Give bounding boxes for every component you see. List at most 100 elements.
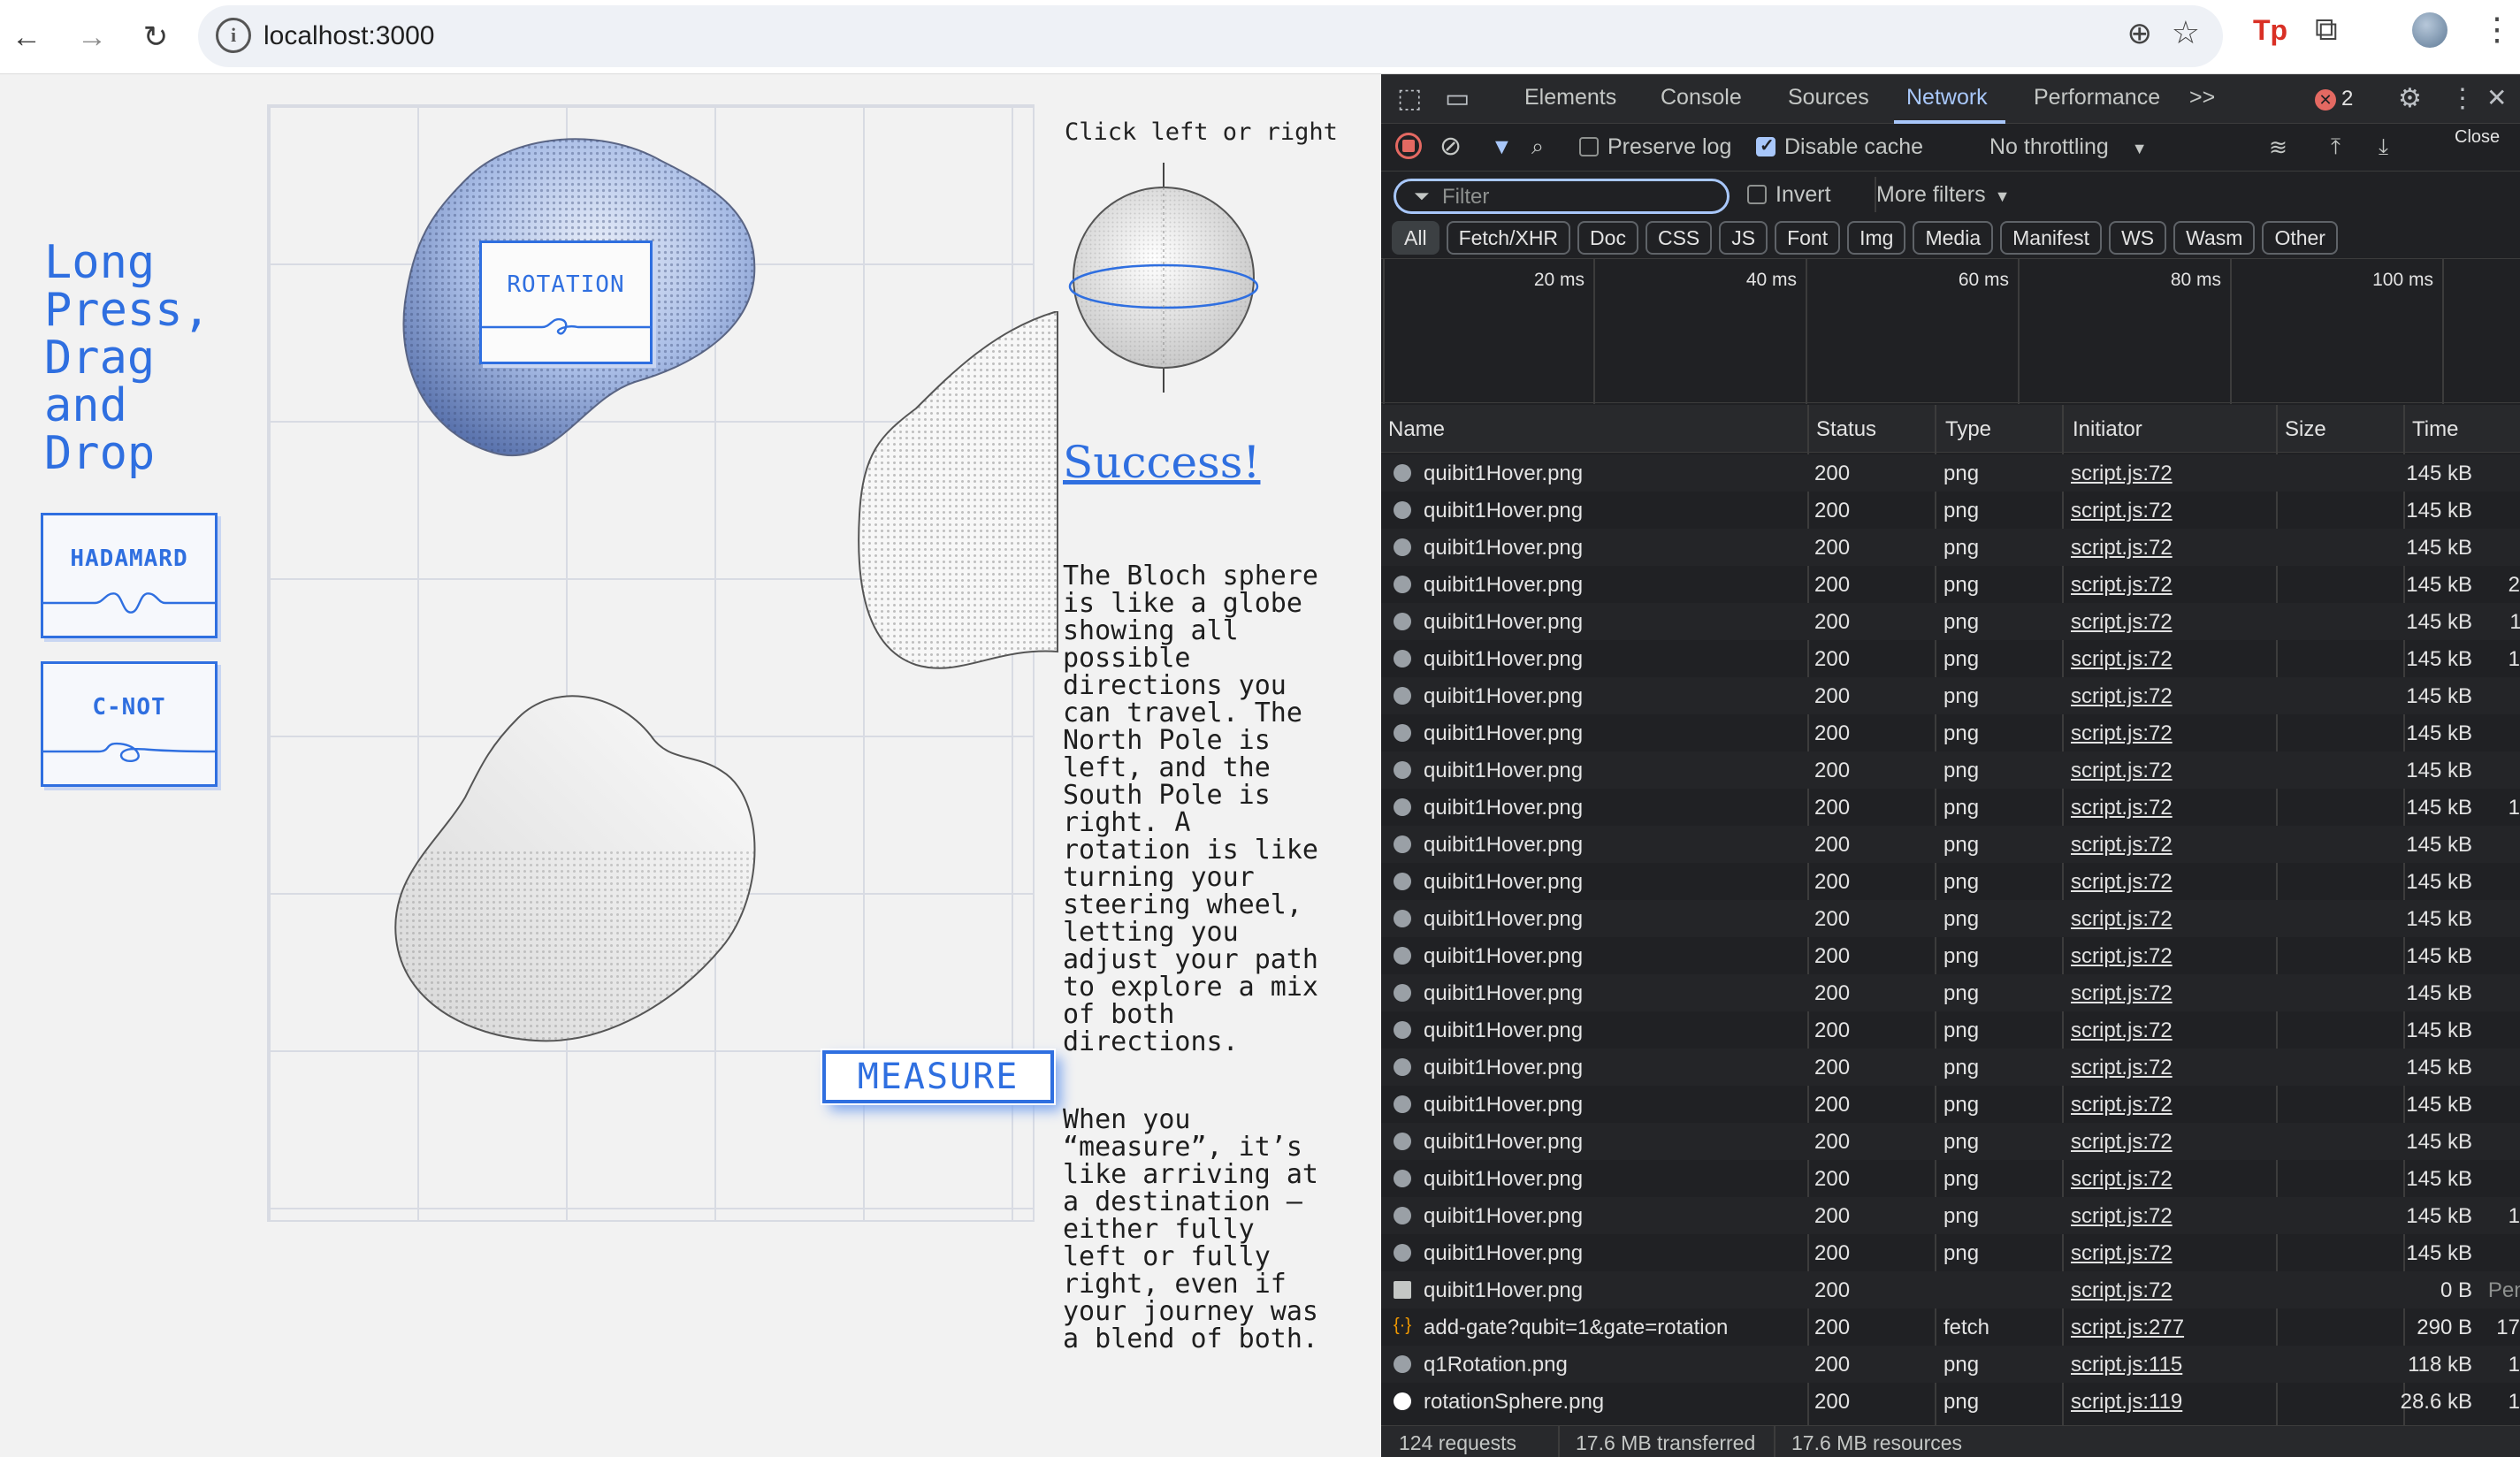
table-row[interactable]: quibit1Hover.png 200 script.js:72 0 B Pendin… xyxy=(1381,1271,2520,1308)
bookmark-star-icon[interactable]: ☆ xyxy=(2172,14,2200,51)
profile-avatar[interactable] xyxy=(2412,12,2447,48)
table-row[interactable]: quibit1Hover.png 200 png script.js:72 145 kB… xyxy=(1381,1160,2520,1197)
request-initiator-link[interactable]: script.js:72 xyxy=(2071,944,2173,969)
disable-cache-checkbox[interactable]: Disable cache xyxy=(1756,134,1923,160)
extension-tp-icon[interactable]: Tp xyxy=(2253,14,2287,47)
zoom-icon[interactable]: ⊕ xyxy=(2127,16,2153,51)
chip-manifest[interactable]: Manifest xyxy=(2000,221,2103,255)
request-initiator-link[interactable]: script.js:72 xyxy=(2071,1056,2173,1080)
more-filters-dropdown[interactable]: More filters ▼ xyxy=(1876,182,2010,208)
bloch-sphere-icon[interactable] xyxy=(1058,163,1270,393)
address-bar[interactable]: i localhost:3000 ⊕ ☆ xyxy=(198,5,2223,67)
table-row[interactable]: quibit1Hover.png 200 png script.js:72 145 kB… xyxy=(1381,900,2520,937)
request-initiator-link[interactable]: script.js:72 xyxy=(2071,647,2173,672)
table-row[interactable]: quibit1Hover.png 200 png script.js:72 145 kB… xyxy=(1381,714,2520,751)
import-har-icon[interactable]: ⤒ xyxy=(2331,134,2341,160)
request-initiator-link[interactable]: script.js:72 xyxy=(2071,573,2173,598)
table-row[interactable]: quibit1Hover.png 200 png script.js:72 145 kB… xyxy=(1381,454,2520,492)
request-initiator-link[interactable]: script.js:72 xyxy=(2071,981,2173,1006)
search-icon[interactable]: ⌕ xyxy=(1531,134,1544,160)
chip-all[interactable]: All xyxy=(1392,221,1439,255)
request-initiator-link[interactable]: script.js:72 xyxy=(2071,796,2173,820)
inspect-element-icon[interactable]: ⬚ xyxy=(1397,83,1422,114)
request-initiator-link[interactable]: script.js:72 xyxy=(2071,1018,2173,1043)
success-link[interactable]: Success! xyxy=(1063,437,1260,488)
table-row[interactable]: quibit1Hover.png 200 png script.js:72 145 kB… xyxy=(1381,751,2520,789)
request-initiator-link[interactable]: script.js:72 xyxy=(2071,499,2173,523)
site-info-icon[interactable]: i xyxy=(216,18,251,53)
table-row[interactable]: quibit1Hover.png 200 png script.js:72 145 kB… xyxy=(1381,1123,2520,1160)
throttling-select[interactable]: No throttling ▼ xyxy=(1989,134,2148,160)
request-initiator-link[interactable]: script.js:277 xyxy=(2071,1316,2184,1340)
request-initiator-link[interactable]: script.js:72 xyxy=(2071,1130,2173,1155)
table-row[interactable]: quibit1Hover.png 200 png script.js:72 145 kB… xyxy=(1381,1011,2520,1049)
tab-performance[interactable]: Performance xyxy=(2034,85,2160,111)
clear-icon[interactable]: ⊘ xyxy=(1439,131,1462,162)
record-stop-icon[interactable] xyxy=(1395,133,1422,159)
request-initiator-link[interactable]: script.js:72 xyxy=(2071,1167,2173,1192)
request-initiator-link[interactable]: script.js:72 xyxy=(2071,833,2173,858)
request-initiator-link[interactable]: script.js:115 xyxy=(2071,1353,2182,1377)
request-initiator-link[interactable]: script.js:72 xyxy=(2071,721,2173,746)
reload-icon[interactable]: ↻ xyxy=(131,12,180,62)
chip-font[interactable]: Font xyxy=(1775,221,1841,255)
column-initiator[interactable]: Initiator xyxy=(2073,417,2142,442)
chip-js[interactable]: JS xyxy=(1719,221,1768,255)
table-row[interactable]: quibit1Hover.png 200 png script.js:72 145 kB… xyxy=(1381,1197,2520,1234)
qubit-blob-bottom[interactable] xyxy=(386,683,775,1054)
network-overview-timeline[interactable]: 20 ms 40 ms 60 ms 80 ms 100 ms xyxy=(1381,258,2520,404)
preserve-log-checkbox[interactable]: Preserve log xyxy=(1579,134,1731,160)
request-initiator-link[interactable]: script.js:72 xyxy=(2071,1093,2173,1118)
request-initiator-link[interactable]: script.js:72 xyxy=(2071,759,2173,783)
column-time[interactable]: Time xyxy=(2412,417,2458,442)
error-count-badge[interactable]: ✕ 2 xyxy=(2315,87,2353,111)
column-type[interactable]: Type xyxy=(1945,417,1991,442)
qubit-blob-right[interactable] xyxy=(854,311,1066,683)
filter-funnel-icon[interactable]: ▼ xyxy=(1491,134,1513,160)
device-toolbar-icon[interactable]: ▭ xyxy=(1445,83,1470,114)
table-row[interactable]: quibit1Hover.png 200 png script.js:72 145 kB… xyxy=(1381,789,2520,826)
request-initiator-link[interactable]: script.js:119 xyxy=(2071,1390,2182,1415)
chip-fetch-xhr[interactable]: Fetch/XHR xyxy=(1446,221,1571,255)
table-row[interactable]: quibit1Hover.png 200 png script.js:72 145 kB… xyxy=(1381,529,2520,566)
table-row[interactable]: quibit1Hover.png 200 png script.js:72 145 kB… xyxy=(1381,1086,2520,1123)
tab-elements[interactable]: Elements xyxy=(1524,85,1616,111)
export-har-icon[interactable]: ⤓ xyxy=(2379,134,2388,160)
tab-console[interactable]: Console xyxy=(1661,85,1742,111)
browser-menu-icon[interactable]: ⋮ xyxy=(2481,11,2513,48)
table-row[interactable]: rotationSphere.png 200 png script.js:119 28.… xyxy=(1381,1383,2520,1420)
rotation-gate-card[interactable]: ROTATION xyxy=(479,240,653,364)
tab-sources[interactable]: Sources xyxy=(1788,85,1869,111)
chip-css[interactable]: CSS xyxy=(1645,221,1713,255)
table-row[interactable]: quibit1Hover.png 200 png script.js:72 145 kB… xyxy=(1381,826,2520,863)
request-initiator-link[interactable]: script.js:72 xyxy=(2071,907,2173,932)
forward-arrow-icon[interactable]: → xyxy=(67,12,117,62)
table-row[interactable]: quibit1Hover.png 200 png script.js:72 145 kB… xyxy=(1381,677,2520,714)
network-conditions-icon[interactable]: ≋ xyxy=(2269,134,2287,161)
chip-media[interactable]: Media xyxy=(1913,221,1994,255)
chip-img[interactable]: Img xyxy=(1847,221,1906,255)
cnot-gate-card[interactable]: C-NOT xyxy=(41,661,218,787)
table-row[interactable]: quibit1Hover.png 200 png script.js:72 145 kB… xyxy=(1381,1049,2520,1086)
request-initiator-link[interactable]: script.js:72 xyxy=(2071,462,2173,486)
chip-doc[interactable]: Doc xyxy=(1577,221,1638,255)
table-row[interactable]: quibit1Hover.png 200 png script.js:72 145 kB… xyxy=(1381,863,2520,900)
table-row[interactable]: q1Rotation.png 200 png script.js:115 118 kB 1… xyxy=(1381,1346,2520,1383)
table-row[interactable]: {·} add-gate?qubit=1&gate=rotation 200 fetc… xyxy=(1381,1308,2520,1346)
more-tabs-icon[interactable]: >> xyxy=(2189,85,2215,111)
tab-network[interactable]: Network xyxy=(1906,85,1988,111)
table-row[interactable]: quibit1Hover.png 200 png script.js:72 145 kB… xyxy=(1381,603,2520,640)
invert-checkbox[interactable]: Invert xyxy=(1747,182,1831,208)
table-row[interactable]: quibit1Hover.png 200 png script.js:72 145 kB… xyxy=(1381,566,2520,603)
request-initiator-link[interactable]: script.js:72 xyxy=(2071,610,2173,635)
request-initiator-link[interactable]: script.js:72 xyxy=(2071,1241,2173,1266)
close-icon[interactable]: ✕ xyxy=(2486,83,2507,112)
table-row[interactable]: quibit1Hover.png 200 png script.js:72 145 kB… xyxy=(1381,974,2520,1011)
chip-ws[interactable]: WS xyxy=(2109,221,2167,255)
devtools-menu-icon[interactable]: ⋮ xyxy=(2449,83,2476,114)
column-name[interactable]: Name xyxy=(1388,417,1445,442)
settings-gear-icon[interactable]: ⚙ xyxy=(2398,83,2422,114)
column-size[interactable]: Size xyxy=(2285,417,2326,442)
table-row[interactable]: quibit1Hover.png 200 png script.js:72 145 kB… xyxy=(1381,937,2520,974)
filter-input[interactable]: ⏷ Filter xyxy=(1394,179,1730,214)
